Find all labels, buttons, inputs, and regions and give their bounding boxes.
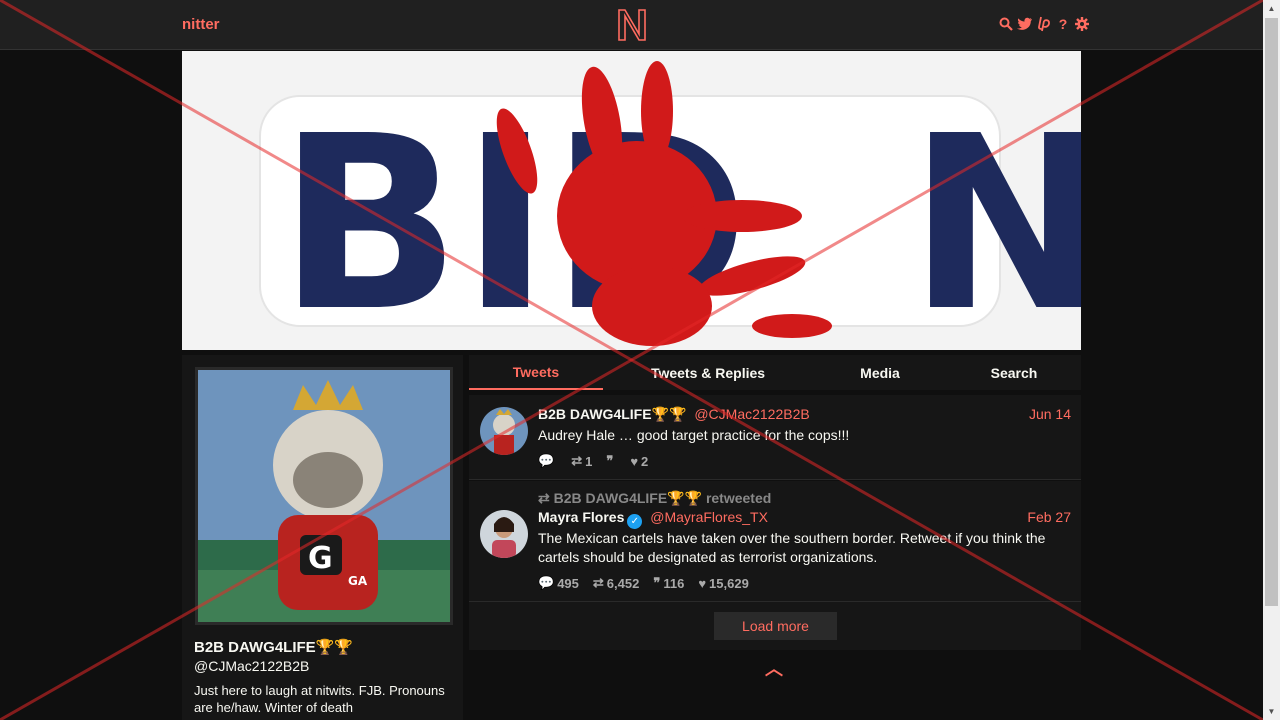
- brand-link[interactable]: nitter: [182, 16, 220, 33]
- profile-username[interactable]: @CJMac2122B2B: [194, 658, 309, 674]
- tweet-stats: 💬 495 ⇄ 6,452 ❞ 116 ♥ 15,629: [538, 575, 749, 591]
- retweet-icon: ⇄: [571, 453, 583, 468]
- tweet-date[interactable]: Jun 14: [1029, 406, 1071, 422]
- load-more-container: Load more: [469, 602, 1081, 650]
- quote-stat: ❞: [606, 453, 616, 469]
- tweet-item[interactable]: B2B DAWG4LIFE🏆🏆 @CJMac2122B2B Jun 14 Aud…: [469, 395, 1081, 480]
- profile-card: G GA B2B DAWG4LIFE🏆🏆 @CJMac2122B2B Just …: [182, 355, 463, 720]
- tweet-avatar[interactable]: [480, 510, 528, 558]
- reply-stat: 💬 495: [538, 575, 579, 591]
- tweet-item[interactable]: ⇄ B2B DAWG4LIFE🏆🏆 retweeted Mayra Flores…: [469, 481, 1081, 602]
- timeline: Tweets Tweets & Replies Media Search B2B…: [469, 355, 1081, 679]
- profile-fullname[interactable]: B2B DAWG4LIFE🏆🏆: [194, 638, 353, 656]
- page-scrollbar[interactable]: ▲ ▼: [1263, 0, 1280, 720]
- profile-tabs: Tweets Tweets & Replies Media Search: [469, 355, 1081, 390]
- banner-image: BID N: [182, 51, 1081, 350]
- settings-icon[interactable]: [1074, 15, 1090, 33]
- tweet-date[interactable]: Feb 27: [1027, 509, 1071, 525]
- tweet-text: Audrey Hale … good target practice for t…: [538, 427, 850, 443]
- quote-icon: ❞: [606, 453, 614, 468]
- tweet-stats: 💬 ⇄ 1 ❞ ♥ 2: [538, 453, 648, 469]
- like-stat: ♥ 15,629: [698, 575, 749, 591]
- tweet-username[interactable]: @CJMac2122B2B: [694, 406, 809, 422]
- svg-text:GA: GA: [348, 574, 368, 588]
- retweet-stat: ⇄ 6,452: [592, 575, 640, 591]
- scroll-thumb[interactable]: [1265, 18, 1278, 606]
- about-icon[interactable]: ?: [1055, 15, 1071, 33]
- tweet-avatar[interactable]: [480, 407, 528, 455]
- like-stat: ♥ 2: [630, 453, 649, 469]
- comment-icon: 💬: [538, 453, 555, 468]
- tweet-fullname[interactable]: Mayra Flores: [538, 509, 624, 525]
- retweet-icon: ⇄: [592, 575, 604, 590]
- comment-icon: 💬: [538, 575, 555, 590]
- scroll-top-chevron-icon[interactable]: ︿: [765, 655, 783, 681]
- load-more-button[interactable]: Load more: [714, 612, 837, 640]
- quote-icon: ❞: [653, 575, 661, 590]
- scroll-up-arrow-icon[interactable]: ▲: [1263, 0, 1280, 17]
- reply-stat: 💬: [538, 453, 557, 469]
- retweet-stat: ⇄ 1: [571, 453, 593, 469]
- verified-icon: ✓: [627, 514, 643, 529]
- nitter-logo-icon[interactable]: [617, 8, 647, 42]
- heart-icon: ♥: [630, 453, 639, 469]
- retweet-icon: ⇄: [538, 490, 554, 506]
- profile-banner: BID N: [182, 51, 1081, 350]
- quote-stat: ❞ 116: [653, 575, 685, 591]
- tweet-text: The Mexican cartels have taken over the …: [538, 530, 1046, 565]
- tweet-fullname[interactable]: B2B DAWG4LIFE🏆🏆: [538, 406, 686, 422]
- nav-icons: ?: [998, 15, 1090, 33]
- twitter-icon[interactable]: [1017, 15, 1033, 33]
- heart-icon: ♥: [698, 575, 707, 591]
- banner-text-right: N: [908, 84, 1081, 350]
- search-icon[interactable]: [998, 15, 1014, 33]
- tab-media[interactable]: Media: [813, 355, 947, 390]
- navbar: nitter ?: [0, 0, 1263, 50]
- bulldog-avatar-image: G GA: [198, 370, 450, 622]
- tab-tweets-replies[interactable]: Tweets & Replies: [603, 355, 813, 390]
- tab-search[interactable]: Search: [947, 355, 1081, 390]
- profile-avatar[interactable]: G GA: [195, 367, 453, 625]
- retweet-header: ⇄ B2B DAWG4LIFE🏆🏆 retweeted: [538, 490, 772, 506]
- profile-bio: Just here to laugh at nitwits. FJB. Pron…: [194, 683, 445, 715]
- tweet-username[interactable]: @MayraFlores_TX: [650, 509, 768, 525]
- scroll-down-arrow-icon[interactable]: ▼: [1263, 703, 1280, 720]
- svg-text:G: G: [308, 541, 333, 576]
- liberapay-icon[interactable]: [1036, 15, 1052, 33]
- tab-tweets[interactable]: Tweets: [469, 355, 603, 390]
